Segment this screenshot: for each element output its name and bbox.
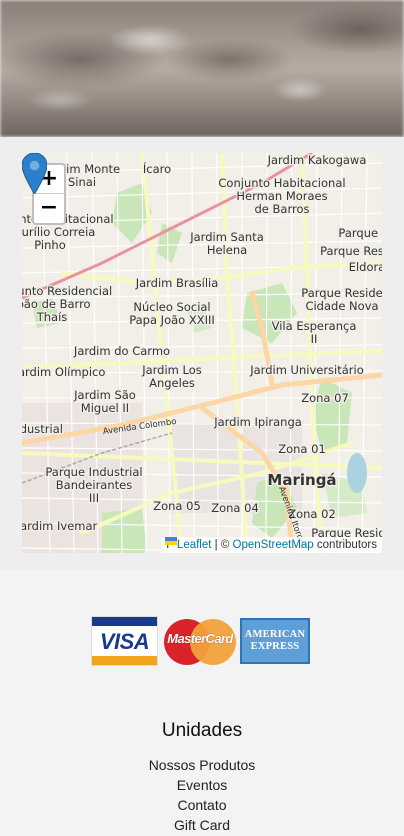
map-label: Zona 05 [153, 499, 201, 513]
footer-links: Nossos Produtos Eventos Contato Gift Car… [0, 755, 404, 835]
map-label: Jardim Ivemar [22, 519, 98, 533]
amex-line2: EXPRESS [250, 641, 300, 652]
map-label: Parque Reside Cidade Nova [301, 286, 382, 313]
map-label: Jardim Los Angeles [141, 363, 202, 390]
footer-link-nossos-produtos[interactable]: Nossos Produtos [0, 755, 404, 775]
map-label: Jardim Universitário [249, 363, 364, 377]
map-label: Jardim Olímpico [22, 365, 105, 379]
map-label: Industrial [22, 422, 63, 436]
mastercard-logo-text: MasterCard [167, 631, 233, 646]
footer-link-gift-card[interactable]: Gift Card [0, 815, 404, 835]
map-label: Jardim Brasília [135, 276, 219, 290]
map[interactable]: Jardim Monte Sinai Ícaro Jardim Kakogawa Con… [22, 153, 382, 553]
map-label: Zona 04 [211, 501, 259, 515]
units-heading: Unidades [161, 720, 243, 741]
map-label: Ícaro [143, 161, 171, 176]
map-label: Núcleo Social Papa João XXIII [129, 300, 215, 327]
map-label: Zona 01 [278, 442, 326, 456]
visa-logo-text: VISA [99, 629, 150, 654]
openstreetmap-link[interactable]: OpenStreetMap [233, 539, 314, 551]
map-label: Jardim Kakogawa [267, 153, 367, 167]
american-express-logo: AMERICAN EXPRESS [240, 618, 310, 664]
hero-image [0, 0, 404, 137]
map-section: Jardim Monte Sinai Ícaro Jardim Kakogawa Con… [0, 137, 404, 569]
zoom-out-button[interactable]: − [34, 194, 64, 223]
attribution-separator: | © [214, 539, 230, 551]
location-marker-icon[interactable] [22, 153, 47, 194]
map-label: Jardim Ipiranga [213, 415, 302, 429]
visa-logo: VISA [91, 616, 158, 666]
map-label: Parque A [338, 226, 382, 240]
map-label: Parque Res [320, 244, 382, 258]
attribution-suffix: contributors [316, 539, 377, 551]
map-label: Jardim São Miguel II [73, 388, 136, 415]
map-label: Zona 07 [301, 391, 349, 405]
map-label: Jardim do Carmo [73, 344, 170, 358]
footer-link-contato[interactable]: Contato [0, 795, 404, 815]
map-label: Eldora [349, 260, 382, 274]
map-attribution: P Leaflet | © OpenStreetMap contributors [161, 537, 382, 553]
footer-link-eventos[interactable]: Eventos [0, 775, 404, 795]
payment-methods: VISA MasterCard AMERICAN EXPRESS [0, 616, 404, 668]
map-label: Maringá [267, 471, 336, 489]
mastercard-logo: MasterCard [164, 616, 236, 666]
ukraine-flag-icon [165, 537, 178, 545]
map-tiles: Jardim Monte SinaiÍcaroJardim KakogawaCon… [22, 153, 382, 553]
amex-line1: AMERICAN [244, 629, 306, 640]
leaflet-link[interactable]: Leaflet [177, 539, 212, 551]
